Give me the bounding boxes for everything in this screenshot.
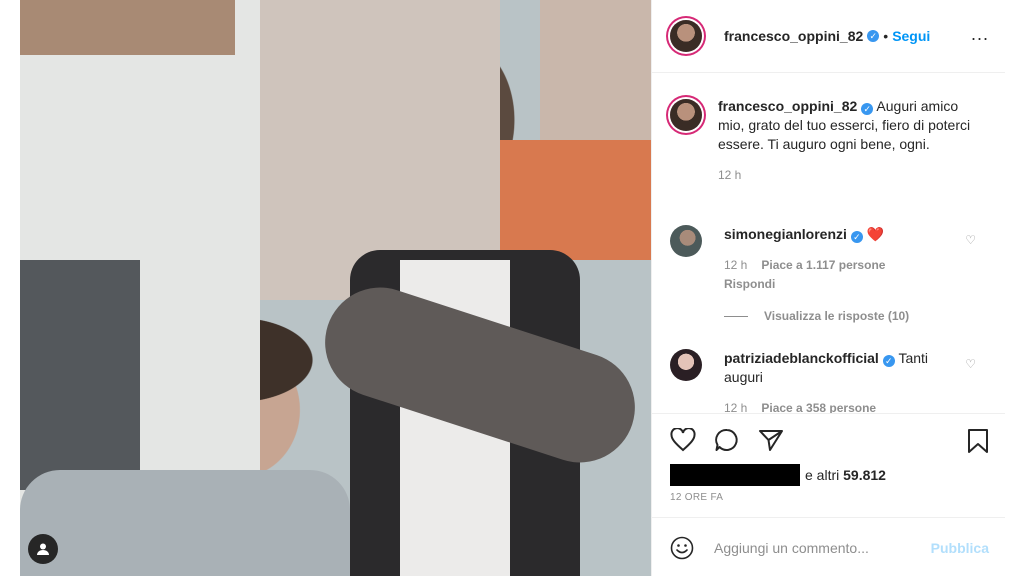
publish-button[interactable]: Pubblica bbox=[931, 540, 989, 556]
caption-author-username[interactable]: francesco_oppini_82 bbox=[718, 98, 857, 114]
emoji-icon[interactable] bbox=[670, 536, 694, 560]
comment-text: ❤️ bbox=[866, 226, 885, 242]
comment-likes[interactable]: Piace a 1.117 persone bbox=[761, 256, 885, 275]
comment-time: 12 h bbox=[724, 401, 748, 413]
user-tag-icon[interactable] bbox=[28, 534, 58, 564]
redacted-likers bbox=[670, 464, 800, 486]
commenter-username[interactable]: simonegianlorenzi bbox=[724, 226, 847, 242]
post-actions: e altri 59.812 12 ORE FA bbox=[652, 413, 1005, 517]
caption-author-avatar[interactable] bbox=[670, 99, 702, 131]
commenter-username[interactable]: patriziadeblanckofficial bbox=[724, 350, 879, 366]
list-item: simonegianlorenzi ✓ ❤️ 12 h Piace a 1.117… bbox=[670, 225, 990, 294]
post-time-ago: 12 ORE FA bbox=[670, 492, 724, 503]
verified-badge-icon: ✓ bbox=[867, 30, 880, 42]
post-header: francesco_oppini_82 ✓ • Segui ... bbox=[652, 0, 1005, 73]
view-replies-label: Visualizza le risposte (10) bbox=[764, 309, 910, 323]
comment-input[interactable] bbox=[712, 538, 916, 557]
comment-icon[interactable] bbox=[714, 428, 740, 452]
replies-divider bbox=[724, 315, 748, 317]
likes-prefix: e altri bbox=[805, 467, 840, 483]
comments-list[interactable]: francesco_oppini_82 ✓ Auguri amico mio, g… bbox=[652, 73, 1005, 413]
photo-background-poster-right bbox=[540, 0, 651, 140]
author-avatar[interactable] bbox=[670, 20, 702, 52]
post-photo[interactable] bbox=[20, 0, 651, 576]
list-item: patriziadeblanckofficial ✓ Tanti auguri 1… bbox=[670, 349, 990, 413]
bookmark-icon[interactable] bbox=[967, 428, 989, 454]
caption-time: 12 h bbox=[718, 168, 742, 182]
comment-composer: Pubblica bbox=[652, 517, 1005, 577]
photo-background-frame bbox=[20, 0, 235, 55]
verified-badge-icon: ✓ bbox=[861, 103, 874, 115]
commenter-avatar[interactable] bbox=[670, 225, 702, 257]
post-side-panel: francesco_oppini_82 ✓ • Segui ... france… bbox=[651, 0, 1005, 576]
likes-count: 59.812 bbox=[843, 467, 886, 483]
heart-icon[interactable] bbox=[670, 428, 696, 452]
post-caption: francesco_oppini_82 ✓ Auguri amico mio, g… bbox=[670, 97, 980, 185]
view-replies-button[interactable]: Visualizza le risposte (10) bbox=[724, 309, 909, 323]
share-icon[interactable] bbox=[758, 428, 784, 452]
commenter-avatar[interactable] bbox=[670, 349, 702, 381]
photo-poster-figures bbox=[20, 260, 140, 490]
reply-button[interactable]: Rispondi bbox=[724, 277, 775, 291]
comment-likes[interactable]: Piace a 358 persone bbox=[761, 399, 876, 413]
more-options-icon[interactable]: ... bbox=[971, 24, 989, 45]
photo-young-man-sweater bbox=[20, 470, 350, 576]
photo-background-orange-panel bbox=[500, 140, 651, 260]
verified-badge-icon: ✓ bbox=[882, 355, 895, 367]
header-separator: • bbox=[883, 28, 889, 44]
verified-badge-icon: ✓ bbox=[850, 231, 863, 243]
comment-time: 12 h bbox=[724, 258, 748, 272]
follow-button[interactable]: Segui bbox=[892, 28, 930, 44]
likes-summary[interactable]: e altri 59.812 bbox=[670, 464, 886, 486]
comment-like-heart-icon[interactable]: ♡ bbox=[965, 357, 976, 371]
author-username[interactable]: francesco_oppini_82 bbox=[724, 28, 863, 44]
comment-like-heart-icon[interactable]: ♡ bbox=[965, 233, 976, 247]
